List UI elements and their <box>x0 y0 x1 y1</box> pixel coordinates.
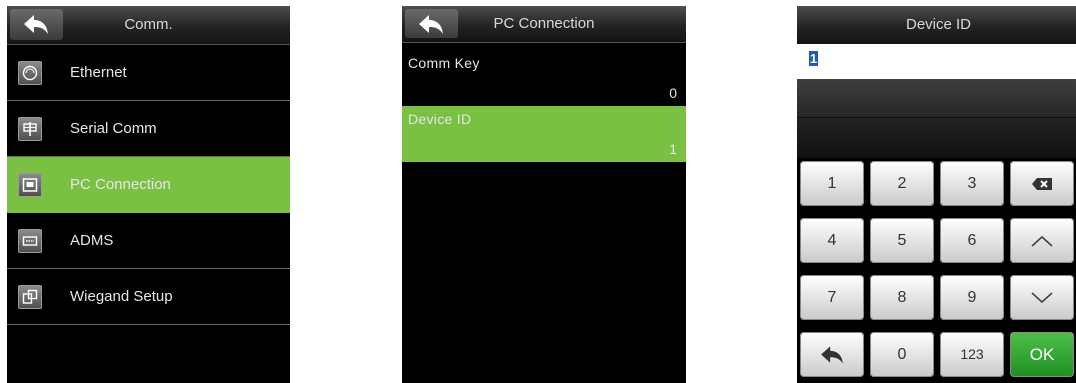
key-5[interactable]: 5 <box>870 218 934 263</box>
chevron-down-icon <box>1031 291 1053 303</box>
key-4[interactable]: 4 <box>800 218 864 263</box>
setting-value: 0 <box>669 85 677 101</box>
menu-item-label: PC Connection <box>70 176 171 193</box>
setting-device-id[interactable]: Device ID 1 <box>402 106 686 162</box>
keypad-header <box>797 79 1076 118</box>
setting-label: Device ID <box>408 111 472 127</box>
key-7[interactable]: 7 <box>800 275 864 320</box>
back-arrow-icon <box>821 345 843 364</box>
title-bar: PC Connection <box>402 6 686 43</box>
adms-icon <box>18 229 42 253</box>
menu-item-pc-connection[interactable]: PC Connection <box>7 157 290 213</box>
setting-value: 1 <box>669 141 677 157</box>
key-down[interactable] <box>1010 275 1074 320</box>
pc-connection-screen: PC Connection Comm Key 0 Device ID 1 <box>402 6 686 383</box>
key-0[interactable]: 0 <box>870 332 934 377</box>
device-id-input[interactable]: 1 <box>797 44 1076 79</box>
serial-comm-icon <box>18 117 42 141</box>
menu-item-wiegand-setup[interactable]: Wiegand Setup <box>7 269 290 325</box>
menu-item-label: Wiegand Setup <box>70 288 173 305</box>
menu-item-label: ADMS <box>70 232 114 249</box>
key-123[interactable]: 123 <box>940 332 1004 377</box>
key-2[interactable]: 2 <box>870 161 934 206</box>
key-back[interactable] <box>800 332 864 377</box>
keypad-spacer <box>797 118 1076 158</box>
menu-item-label: Serial Comm <box>70 120 157 137</box>
key-1[interactable]: 1 <box>800 161 864 206</box>
input-value: 1 <box>809 51 818 66</box>
pc-connection-icon <box>18 173 42 197</box>
title-bar: Comm. <box>7 6 290 45</box>
key-3[interactable]: 3 <box>940 161 1004 206</box>
back-button[interactable] <box>405 9 458 38</box>
key-9[interactable]: 9 <box>940 275 1004 320</box>
back-button[interactable] <box>10 9 63 40</box>
screen-title: Device ID <box>905 16 972 33</box>
backspace-icon <box>1032 177 1052 190</box>
back-arrow-icon <box>24 15 48 34</box>
wiegand-icon <box>18 285 42 309</box>
setting-comm-key[interactable]: Comm Key 0 <box>402 50 686 106</box>
title-bar: Device ID <box>797 6 1076 45</box>
menu-item-adms[interactable]: ADMS <box>7 213 290 269</box>
key-up[interactable] <box>1010 218 1074 263</box>
key-6[interactable]: 6 <box>940 218 1004 263</box>
key-8[interactable]: 8 <box>870 275 934 320</box>
back-arrow-icon <box>419 15 443 34</box>
comm-screen: Comm. Ethernet Serial Comm PC Connection… <box>7 6 290 383</box>
device-id-screen: Device ID 1 1 2 3 4 5 6 7 8 9 0 123 OK <box>797 6 1076 383</box>
menu-item-serial-comm[interactable]: Serial Comm <box>7 101 290 157</box>
ethernet-icon <box>18 61 42 85</box>
menu-item-label: Ethernet <box>70 64 127 81</box>
menu-item-ethernet[interactable]: Ethernet <box>7 45 290 101</box>
ok-button[interactable]: OK <box>1010 332 1074 377</box>
setting-label: Comm Key <box>408 55 480 71</box>
key-backspace[interactable] <box>1010 161 1074 206</box>
chevron-up-icon <box>1031 235 1053 247</box>
